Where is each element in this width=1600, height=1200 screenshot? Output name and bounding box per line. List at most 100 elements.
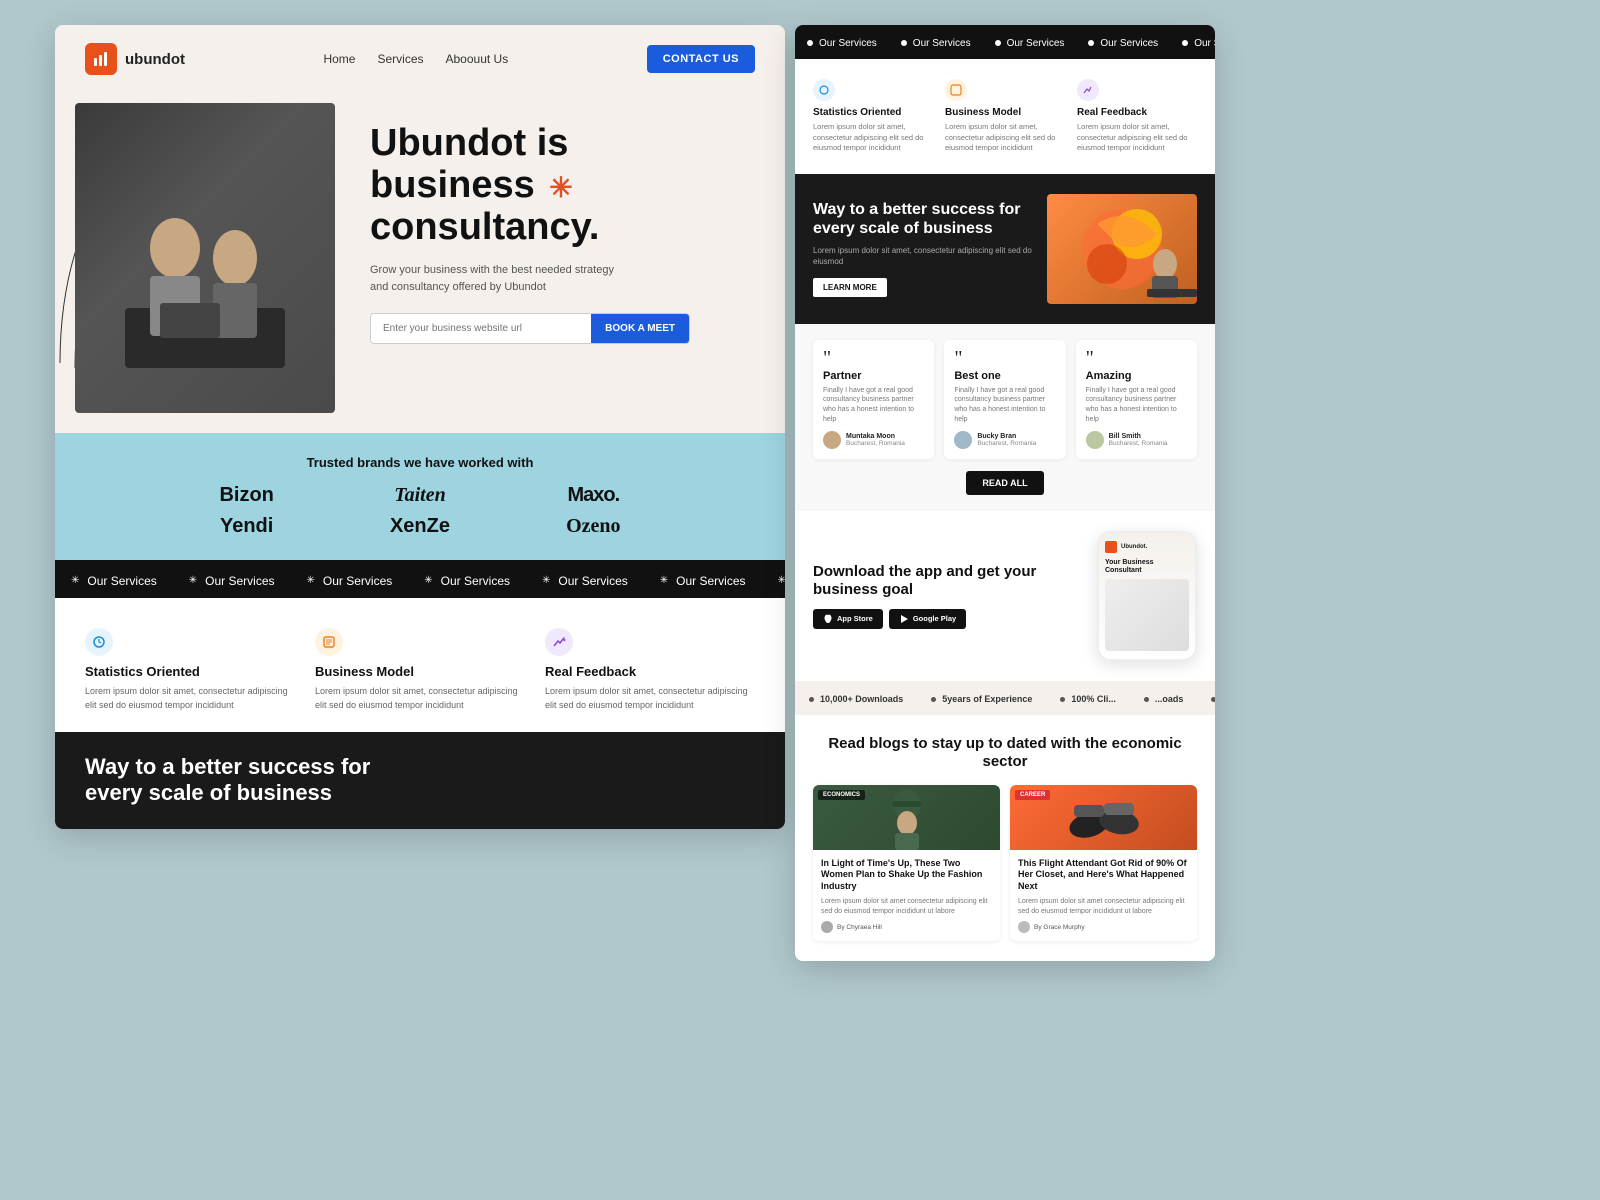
rp-service-text-1: Lorem ipsum dolor sit amet, consectetur … bbox=[813, 122, 933, 154]
ticker-item-3: ✳ Our Services bbox=[291, 574, 409, 588]
service-card-text-3: Lorem ipsum dolor sit amet, consectetur … bbox=[545, 685, 755, 712]
ticker-inner: ✳ Our Services ✳ Our Services ✳ Our Serv… bbox=[55, 574, 785, 588]
rp-blog-section: Read blogs to stay up to dated with the … bbox=[795, 715, 1215, 962]
rp-service-title-1: Statistics Oriented bbox=[813, 107, 933, 118]
rp-ticker-4: Our Services bbox=[1076, 38, 1170, 49]
rp-blog-card-title-1: In Light of Time's Up, These Two Women P… bbox=[821, 858, 992, 893]
trusted-brands-section: Trusted brands we have worked with Bizon… bbox=[55, 433, 785, 560]
rp-service-title-2: Business Model bbox=[945, 107, 1065, 118]
rp-blog-card-1[interactable]: ECONOMICS In Light of Time's Up, These T… bbox=[813, 785, 1000, 942]
rp-reviewer-info-1: Muntaka Moon Bucharest, Romania bbox=[846, 433, 905, 447]
right-panel: Our Services Our Services Our Services O… bbox=[795, 25, 1215, 961]
hero-title: Ubundot is business ✳ consultancy. bbox=[370, 123, 760, 248]
nav-home[interactable]: Home bbox=[323, 52, 355, 66]
rp-testimonial-3: " Amazing Finally I have got a real good… bbox=[1076, 340, 1197, 459]
rp-stat-4: ...oads bbox=[1130, 694, 1198, 704]
google-play-button[interactable]: Google Play bbox=[889, 609, 966, 629]
hero-image bbox=[75, 103, 335, 413]
play-icon bbox=[899, 614, 909, 624]
services-ticker: ✳ Our Services ✳ Our Services ✳ Our Serv… bbox=[55, 560, 785, 598]
rp-blog-author-1: By Chyraea Hill bbox=[821, 921, 992, 933]
service-card-title-3: Real Feedback bbox=[545, 664, 755, 679]
service-card-2: Business Model Lorem ipsum dolor sit ame… bbox=[315, 628, 525, 712]
brand-xenze: XenZe bbox=[343, 515, 496, 538]
rp-quote-1: " bbox=[823, 350, 924, 366]
rp-phone-screen: Ubundot. Your Business Consultant bbox=[1099, 533, 1195, 659]
rp-testimonials-grid: " Partner Finally I have got a real good… bbox=[813, 340, 1197, 459]
star-decoration: ✳ bbox=[549, 173, 572, 204]
rp-blog-author-name-1: By Chyraea Hill bbox=[837, 924, 882, 931]
rp-service-3: Real Feedback Lorem ipsum dolor sit amet… bbox=[1077, 79, 1197, 154]
header: ubundot Home Services Aboouut Us CONTACT… bbox=[55, 25, 785, 93]
rp-quote-2: " bbox=[954, 350, 1055, 366]
learn-more-button[interactable]: LEARN MORE bbox=[813, 278, 887, 297]
rp-ticker-inner: Our Services Our Services Our Services O… bbox=[795, 38, 1215, 49]
rp-reviewer-3: Bill Smith Bucharest, Romania bbox=[1086, 431, 1187, 449]
read-all-button[interactable]: READ ALL bbox=[966, 471, 1043, 495]
book-meet-button[interactable]: BOOK A MEET bbox=[591, 314, 689, 343]
rp-reviewer-name-2: Bucky Bran bbox=[977, 433, 1036, 440]
rp-blog-avatar-2 bbox=[1018, 921, 1030, 933]
service-card-text-2: Lorem ipsum dolor sit amet, consectetur … bbox=[315, 685, 525, 712]
apple-icon bbox=[823, 614, 833, 624]
nav-about[interactable]: Aboouut Us bbox=[446, 52, 509, 66]
logo-icon bbox=[85, 43, 117, 75]
left-panel: ubundot Home Services Aboouut Us CONTACT… bbox=[55, 25, 785, 829]
app-store-button[interactable]: App Store bbox=[813, 609, 883, 629]
rp-blog-image-2: CAREER bbox=[1010, 785, 1197, 850]
rp-ticker-5: Our Services bbox=[1170, 38, 1215, 49]
rp-dark-section: Way to a better success for every scale … bbox=[795, 174, 1215, 324]
rp-avatar-2 bbox=[954, 431, 972, 449]
rp-app-content: Download the app and get your business g… bbox=[813, 563, 1087, 629]
rp-blog-tag-1: ECONOMICS bbox=[818, 790, 865, 800]
rp-reviewer-2: Bucky Bran Bucharest, Romania bbox=[954, 431, 1055, 449]
brand-taiten: Taiten bbox=[343, 484, 496, 507]
rp-dark-image bbox=[1047, 194, 1197, 304]
service-card-1: Statistics Oriented Lorem ipsum dolor si… bbox=[85, 628, 295, 712]
rp-app-section: Download the app and get your business g… bbox=[795, 511, 1215, 681]
rp-blog-content-2: This Flight Attendant Got Rid of 90% Of … bbox=[1010, 850, 1197, 942]
rp-ticker-2: Our Services bbox=[889, 38, 983, 49]
logo-text: ubundot bbox=[125, 51, 185, 68]
hero-image-area bbox=[55, 93, 355, 433]
ticker-item-2: ✳ Our Services bbox=[173, 574, 291, 588]
rp-blog-card-title-2: This Flight Attendant Got Rid of 90% Of … bbox=[1018, 858, 1189, 893]
brand-yendi: Yendi bbox=[170, 515, 323, 538]
brands-grid: Bizon Taiten Maxo. Yendi XenZe Ozeno bbox=[170, 484, 670, 538]
rp-service-icon-1 bbox=[813, 79, 835, 101]
rp-reviewer-1: Muntaka Moon Bucharest, Romania bbox=[823, 431, 924, 449]
rp-testimonial-heading-1: Partner bbox=[823, 370, 924, 382]
logo: ubundot bbox=[85, 43, 185, 75]
service-card-3: Real Feedback Lorem ipsum dolor sit amet… bbox=[545, 628, 755, 712]
rp-reviewer-loc-1: Bucharest, Romania bbox=[846, 440, 905, 447]
service-card-title-2: Business Model bbox=[315, 664, 525, 679]
ticker-item-7: ✳ Our Services bbox=[762, 574, 786, 588]
contact-button[interactable]: CONTACT US bbox=[647, 45, 755, 73]
service-icon-1 bbox=[85, 628, 113, 656]
rp-quote-3: " bbox=[1086, 350, 1187, 366]
rp-service-1: Statistics Oriented Lorem ipsum dolor si… bbox=[813, 79, 933, 154]
rp-phone-mockup: Ubundot. Your Business Consultant bbox=[1097, 531, 1197, 661]
nav-services[interactable]: Services bbox=[377, 52, 423, 66]
rp-blog-card-2[interactable]: CAREER This Flight Attendant Got Rid of … bbox=[1010, 785, 1197, 942]
service-icon-3 bbox=[545, 628, 573, 656]
trusted-title: Trusted brands we have worked with bbox=[85, 455, 755, 470]
ticker-item-5: ✳ Our Services bbox=[526, 574, 644, 588]
rp-service-title-3: Real Feedback bbox=[1077, 107, 1197, 118]
rp-reviewer-loc-3: Bucharest, Romania bbox=[1109, 440, 1168, 447]
rp-blog-card-text-2: Lorem ipsum dolor sit amet consectetur a… bbox=[1018, 897, 1189, 917]
services-cards: Statistics Oriented Lorem ipsum dolor si… bbox=[85, 628, 755, 712]
rp-reviewer-info-2: Bucky Bran Bucharest, Romania bbox=[977, 433, 1036, 447]
service-card-title-1: Statistics Oriented bbox=[85, 664, 295, 679]
rp-blog-author-name-2: By Grace Murphy bbox=[1034, 924, 1085, 931]
rp-blog-title: Read blogs to stay up to dated with the … bbox=[813, 735, 1197, 771]
service-icon-2 bbox=[315, 628, 343, 656]
rp-avatar-1 bbox=[823, 431, 841, 449]
rp-testimonial-text-1: Finally I have got a real good consultan… bbox=[823, 386, 924, 425]
website-input[interactable] bbox=[371, 314, 591, 343]
rp-stat-3: 100% Cli... bbox=[1046, 694, 1130, 704]
rp-blog-cards: ECONOMICS In Light of Time's Up, These T… bbox=[813, 785, 1197, 942]
rp-service-text-2: Lorem ipsum dolor sit amet, consectetur … bbox=[945, 122, 1065, 154]
rp-service-2: Business Model Lorem ipsum dolor sit ame… bbox=[945, 79, 1065, 154]
rp-testimonial-2: " Best one Finally I have got a real goo… bbox=[944, 340, 1065, 459]
